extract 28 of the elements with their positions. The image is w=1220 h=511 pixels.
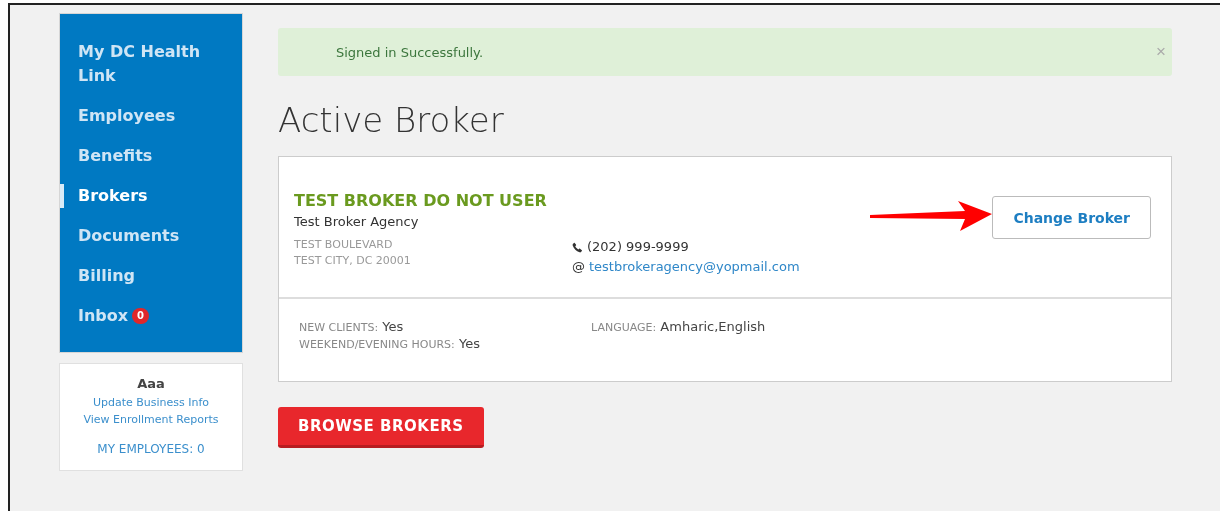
sidebar-item[interactable]: Employees (60, 104, 242, 128)
sidebar-item[interactable]: My DC Health Link (60, 40, 242, 88)
email-link[interactable]: testbrokeragency@yopmail.com (589, 257, 800, 277)
sidebar-item[interactable]: Benefits (60, 144, 242, 168)
detail-text: WEEKEND/EVENING HOURS: Yes (299, 336, 481, 351)
address-line: TEST CITY, DC 20001 (294, 253, 412, 269)
count-badge: 0 (132, 308, 150, 324)
close-button[interactable]: × (1156, 42, 1166, 62)
detail-text: LANGUAGE: Amharic,English (591, 319, 767, 334)
page-heading: Active Broker (278, 100, 505, 140)
address-line: TEST BOULEVARD (294, 237, 394, 253)
alert-message: Signed in Successfully. (336, 44, 484, 60)
at-sign: @ (572, 258, 585, 276)
sidebar-item[interactable]: Documents (60, 224, 242, 248)
sidebar-item[interactable]: Inbox 0 (60, 304, 242, 328)
browse-brokers-button[interactable]: BROWSE BROKERS (278, 407, 484, 448)
sidebar-item[interactable]: Brokers (60, 184, 242, 208)
detail-text: NEW CLIENTS: Yes (299, 319, 405, 334)
phone-icon (572, 241, 583, 253)
employer-link[interactable]: View Enrollment Reports (83, 411, 219, 428)
employer-link[interactable]: Update Business Info (92, 394, 210, 411)
employee-count-link[interactable]: MY EMPLOYEES: 0 (97, 442, 205, 456)
broker-name: TEST BROKER DO NOT USER (294, 191, 548, 210)
agency-name: Test Broker Agency (294, 214, 420, 229)
phone-number: (202) 999-9999 (587, 238, 689, 256)
sidebar-item[interactable]: Billing (60, 264, 242, 288)
change-broker-button[interactable]: Change Broker (992, 196, 1151, 239)
employer-name: Aaa (137, 376, 165, 391)
